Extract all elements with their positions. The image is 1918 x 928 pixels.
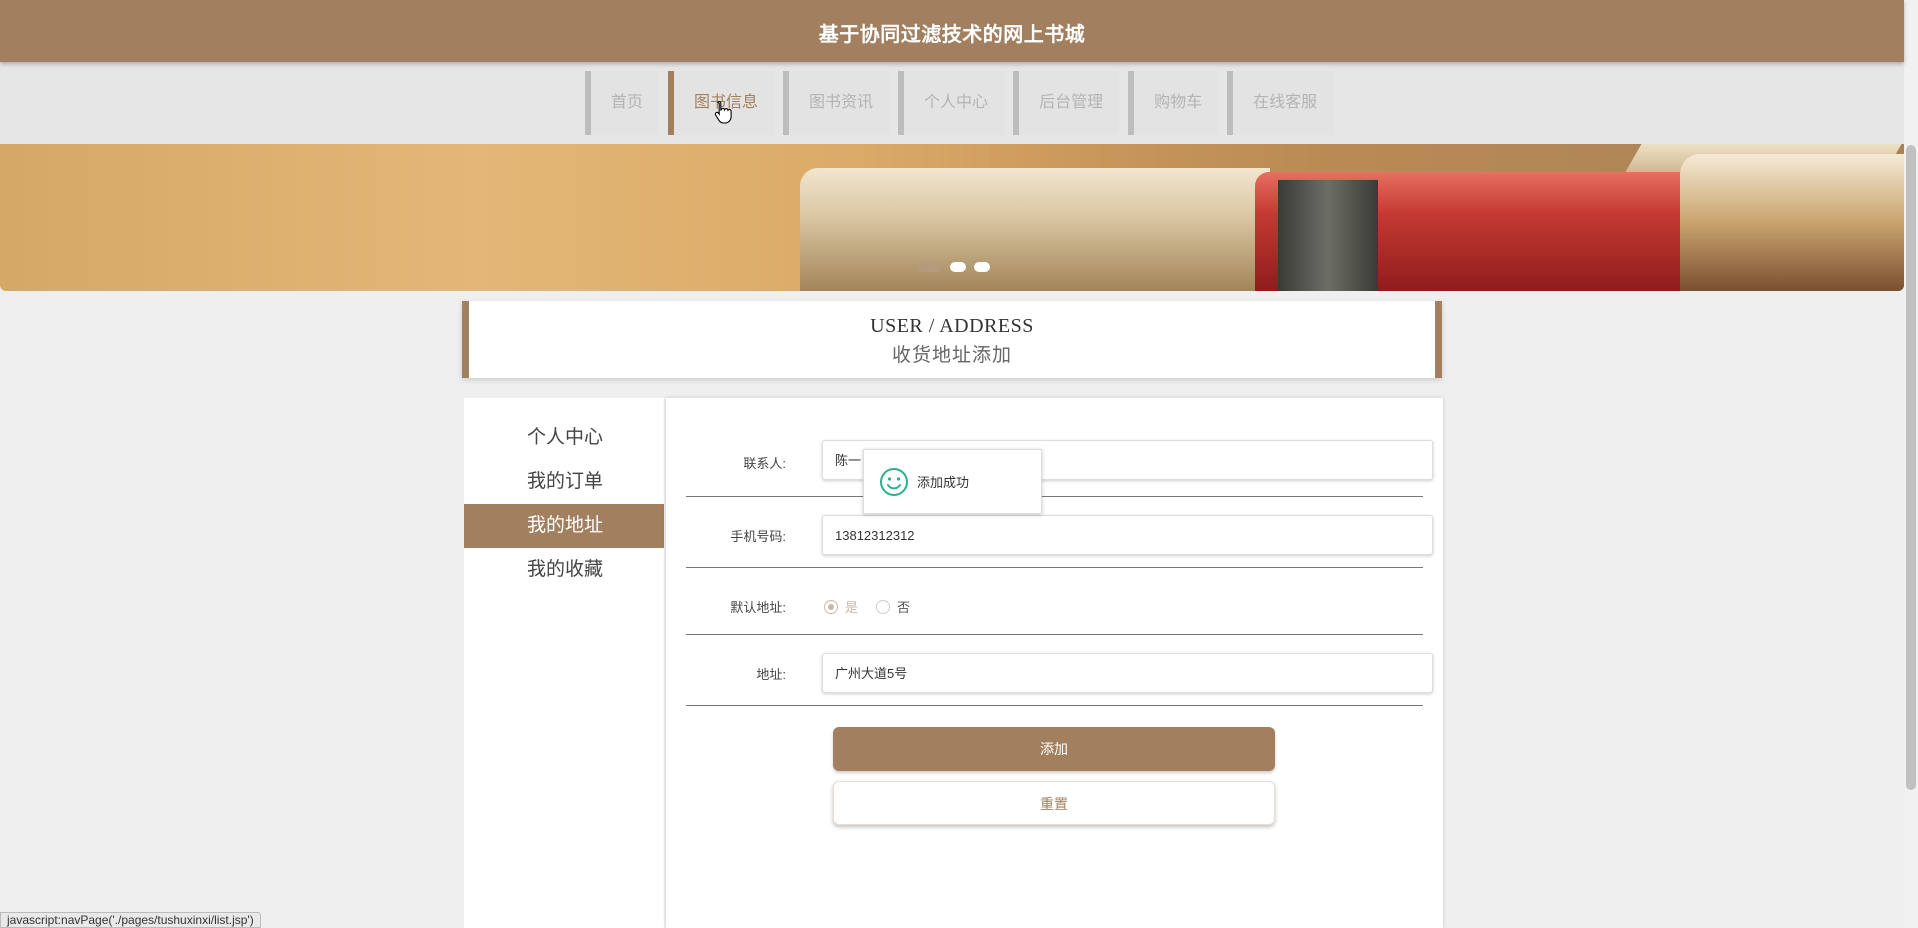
address-row: 地址: 广州大道5号 [686,636,1433,706]
page-scrollbar[interactable] [1904,0,1918,928]
banner-book-spine [1278,180,1378,291]
banner-book-open [1680,154,1904,291]
default-yes-radio[interactable]: 是 [824,597,858,616]
contact-row: 联系人: 陈一 [686,440,1433,497]
phone-label: 手机号码: [730,529,786,544]
sidebar-item-personal-center[interactable]: 个人中心 [464,416,664,460]
add-button[interactable]: 添加 [833,727,1275,771]
nav-item-admin[interactable]: 后台管理 [1013,71,1120,135]
nav-item-cart[interactable]: 购物车 [1128,71,1219,135]
nav-item-home[interactable]: 首页 [585,71,660,135]
banner-carousel [0,144,1904,291]
sidebar-item-my-address[interactable]: 我的地址 [464,504,664,548]
site-title: 基于协同过滤技术的网上书城 [818,24,1086,46]
default-no-label: 否 [897,600,911,615]
phone-row: 手机号码: 13812312312 [686,498,1433,568]
phone-input[interactable]: 13812312312 [822,515,1433,555]
radio-unchecked-icon [876,599,890,614]
hand-cursor-icon [714,100,732,124]
user-sidebar: 个人中心 我的订单 我的地址 我的收藏 [464,398,664,928]
sidebar-item-my-favorites[interactable]: 我的收藏 [464,548,664,592]
main-nav: 首页 图书信息 图书资讯 个人中心 后台管理 购物车 在线客服 [0,62,1904,144]
heading-english: USER / ADDRESS [870,315,1034,337]
default-no-radio[interactable]: 否 [876,597,910,616]
default-address-row: 默认地址: 是 否 [686,569,1423,635]
address-form-panel: 联系人: 陈一 手机号码: 13812312312 默认地址: 是 否 地址: … [666,398,1443,928]
site-header: 基于协同过滤技术的网上书城 [0,0,1904,62]
browser-status-bar: javascript:navPage('./pages/tushuxinxi/l… [0,912,261,928]
address-input[interactable]: 广州大道5号 [822,653,1433,693]
default-yes-label: 是 [845,600,859,615]
default-address-label: 默认地址: [730,600,786,615]
nav-item-online-service[interactable]: 在线客服 [1227,71,1334,135]
radio-checked-icon [824,599,838,614]
section-heading: USER / ADDRESS 收货地址添加 [462,301,1442,378]
carousel-dot[interactable] [974,262,990,272]
success-toast: 添加成功 [863,449,1042,514]
toast-message: 添加成功 [917,475,970,490]
carousel-indicators [918,262,990,272]
sidebar-item-my-orders[interactable]: 我的订单 [464,460,664,504]
carousel-dot[interactable] [950,262,966,272]
address-label: 地址: [756,667,786,682]
smile-icon [880,467,908,496]
heading-chinese: 收货地址添加 [891,345,1012,366]
nav-item-personal-center[interactable]: 个人中心 [898,71,1005,135]
contact-label: 联系人: [743,456,786,471]
reset-button[interactable]: 重置 [833,781,1275,825]
nav-item-book-news[interactable]: 图书资讯 [783,71,890,135]
scrollbar-thumb[interactable] [1906,145,1916,790]
carousel-dot[interactable] [918,262,942,272]
banner-book-pages [800,168,1270,291]
